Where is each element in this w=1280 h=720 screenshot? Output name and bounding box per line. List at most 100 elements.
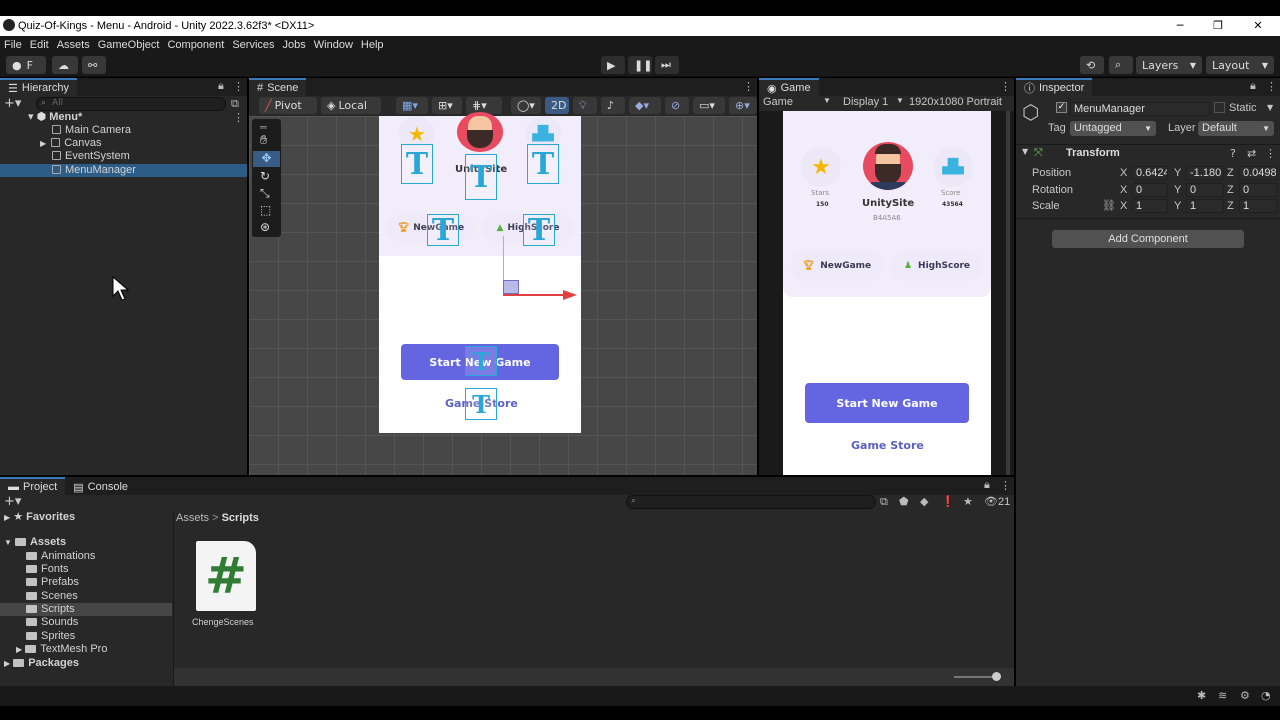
hidden-objects-button[interactable]: ⊘ [665, 97, 689, 114]
transform-tool-icon[interactable]: ⊛ [260, 220, 270, 234]
maximize-button[interactable]: ❐ [1200, 16, 1236, 36]
display-dropdown[interactable]: Display 1 [843, 96, 888, 108]
folder-fonts[interactable]: Fonts [0, 563, 172, 576]
scale-x-field[interactable]: 1 [1132, 199, 1168, 213]
camera-button[interactable]: ▭▾ [693, 97, 725, 114]
kebab-menu-icon[interactable]: ⋮ [1000, 479, 1011, 492]
menu-file[interactable]: File [4, 39, 22, 51]
text-gizmo-icon[interactable]: T [401, 144, 433, 184]
breadcrumb-assets[interactable]: Assets [176, 512, 209, 524]
menu-assets[interactable]: Assets [57, 39, 90, 51]
project-search-input[interactable]: ⌕ [626, 495, 876, 509]
hierarchy-scene-row[interactable]: ▾ ⬢ Menu* [0, 111, 247, 124]
close-button[interactable]: ✕ [1240, 16, 1276, 36]
kebab-menu-icon[interactable]: ⋮ [1000, 80, 1011, 93]
scale-tool-icon[interactable]: ⤡ [260, 186, 270, 201]
position-z-field[interactable]: 0.0498 [1239, 166, 1277, 180]
text-gizmo-icon[interactable]: T [523, 213, 555, 248]
position-x-field[interactable]: 0.6424 [1132, 166, 1168, 180]
menu-jobs[interactable]: Jobs [283, 39, 306, 51]
cloud-button[interactable]: ☁ [52, 56, 78, 74]
active-checkbox[interactable]: ✓ [1056, 102, 1067, 113]
settings-icon[interactable]: ⚙ [1240, 689, 1250, 702]
tab-scene[interactable]: # Scene [249, 78, 307, 96]
text-gizmo-icon[interactable]: T [527, 144, 559, 184]
hierarchy-item-canvas[interactable]: ▶ Canvas [0, 137, 247, 150]
folder-sounds[interactable]: Sounds [0, 616, 172, 629]
link-icon[interactable]: ⛓ [1102, 199, 1116, 212]
rotation-y-field[interactable]: 0 [1186, 183, 1224, 197]
tab-project[interactable]: ▬ Project [0, 477, 66, 495]
transform-header[interactable]: ▼ ⤧ Transform ? ⇄ ⋮ [1016, 144, 1280, 161]
tab-game[interactable]: ◉ Game [759, 78, 819, 96]
move-gizmo-plane-handle[interactable] [503, 280, 519, 294]
layout-dropdown[interactable]: Layout ▼ [1206, 56, 1274, 74]
tag-icon[interactable]: ◆ [920, 495, 928, 508]
folder-scenes[interactable]: Scenes [0, 590, 172, 603]
bug-icon[interactable]: ✱ [1197, 689, 1206, 702]
preset-icon[interactable]: ⇄ [1247, 147, 1256, 160]
mode-2d-button[interactable]: 2D [545, 97, 569, 114]
chevron-down-icon[interactable]: ▼ [1267, 103, 1273, 112]
minimize-button[interactable]: ─ [1162, 16, 1198, 36]
add-component-button[interactable]: Add Component [1052, 230, 1244, 248]
kebab-menu-icon[interactable]: ⋮ [1266, 80, 1277, 93]
script-asset-chengescenes[interactable]: # ChengeScenes [188, 539, 262, 631]
hand-tool-icon[interactable]: ✋︎ [260, 133, 267, 148]
pause-button[interactable]: ❚❚ [628, 56, 652, 74]
step-button[interactable]: ⏭ [655, 56, 679, 74]
tab-hierarchy[interactable]: ☰ Hierarchy [0, 78, 77, 96]
breadcrumb-scripts[interactable]: Scripts [222, 512, 259, 524]
scene-viewport[interactable]: ═ ✋︎ ✥ ↻ ⤡ ⬚ ⊛ ★ ▟▙ UnitySite 🏆︎ NewGame … [249, 112, 757, 475]
effects-button[interactable]: ◆▾ [629, 97, 661, 114]
lock-icon[interactable]: 🔒︎ [218, 80, 224, 93]
menu-edit[interactable]: Edit [30, 39, 49, 51]
kebab-menu-icon[interactable]: ⋮ [743, 80, 754, 93]
newgame-button[interactable]: 🏆︎ NewGame [791, 251, 883, 281]
warning-icon[interactable]: ❗ [941, 495, 955, 508]
move-gizmo-x-axis[interactable] [503, 294, 565, 296]
tab-console[interactable]: ▤ Console [65, 477, 137, 495]
assets-row[interactable]: ▼ Assets [0, 536, 172, 549]
add-object-button[interactable]: +▾ [4, 96, 21, 111]
undo-history-button[interactable]: ⟲ [1080, 56, 1104, 74]
folder-animations[interactable]: Animations [0, 550, 172, 563]
kebab-menu-icon[interactable]: ⋮ [1265, 147, 1276, 160]
favorites-row[interactable]: ▶ ★ Favorites [0, 511, 172, 524]
rect-tool-icon[interactable]: ⬚ [260, 203, 271, 217]
highscore-button[interactable]: ♟ HighScore [891, 251, 983, 281]
object-name-input[interactable]: MenuManager [1070, 102, 1210, 116]
kebab-menu-icon[interactable]: ⋮ [233, 80, 244, 93]
hierarchy-item-main-camera[interactable]: Main Camera [0, 124, 247, 137]
static-checkbox[interactable] [1214, 102, 1225, 113]
lock-icon[interactable]: 🔒︎ [1250, 80, 1256, 93]
menu-component[interactable]: Component [167, 39, 224, 51]
gizmos-button[interactable]: ⊕▾ [729, 97, 757, 114]
tag-dropdown[interactable]: Untagged ▼ [1070, 121, 1156, 136]
search-button[interactable]: ⌕ [1109, 56, 1133, 74]
game-mode-dropdown[interactable]: Game [763, 96, 793, 108]
tab-inspector[interactable]: ⓘ Inspector [1016, 78, 1093, 96]
start-new-game-button[interactable]: Start New Game [805, 383, 969, 423]
menu-help[interactable]: Help [361, 39, 384, 51]
menu-window[interactable]: Window [314, 39, 353, 51]
text-gizmo-icon[interactable]: T [427, 213, 459, 248]
pivot-dropdown[interactable]: ╱ Pivot [259, 97, 317, 114]
move-tool-icon[interactable]: ✥ [253, 151, 280, 167]
scene-menu-icon[interactable]: ⋮ [233, 111, 244, 124]
text-gizmo-icon[interactable]: T [465, 346, 497, 376]
menu-gameobject[interactable]: GameObject [98, 39, 160, 51]
create-asset-button[interactable]: +▾ [4, 494, 21, 509]
search-by-type-icon[interactable]: ⧉ [880, 495, 888, 509]
game-store-link[interactable]: Game Store [851, 439, 924, 452]
audio-button[interactable]: ♪ [601, 97, 625, 114]
resolution-dropdown[interactable]: 1920x1080 Portrait [909, 96, 1002, 108]
position-y-field[interactable]: -1.180 [1186, 166, 1224, 180]
menu-services[interactable]: Services [232, 39, 274, 51]
grid-snap-button[interactable]: ▦▾ [396, 97, 428, 114]
text-gizmo-icon[interactable]: T [465, 388, 497, 420]
icon-size-slider-handle[interactable] [992, 672, 1001, 681]
progress-icon[interactable]: ◔ [1261, 689, 1271, 702]
layers-stack-icon[interactable]: ≋ [1218, 689, 1227, 702]
layer-dropdown[interactable]: Default ▼ [1198, 121, 1274, 136]
